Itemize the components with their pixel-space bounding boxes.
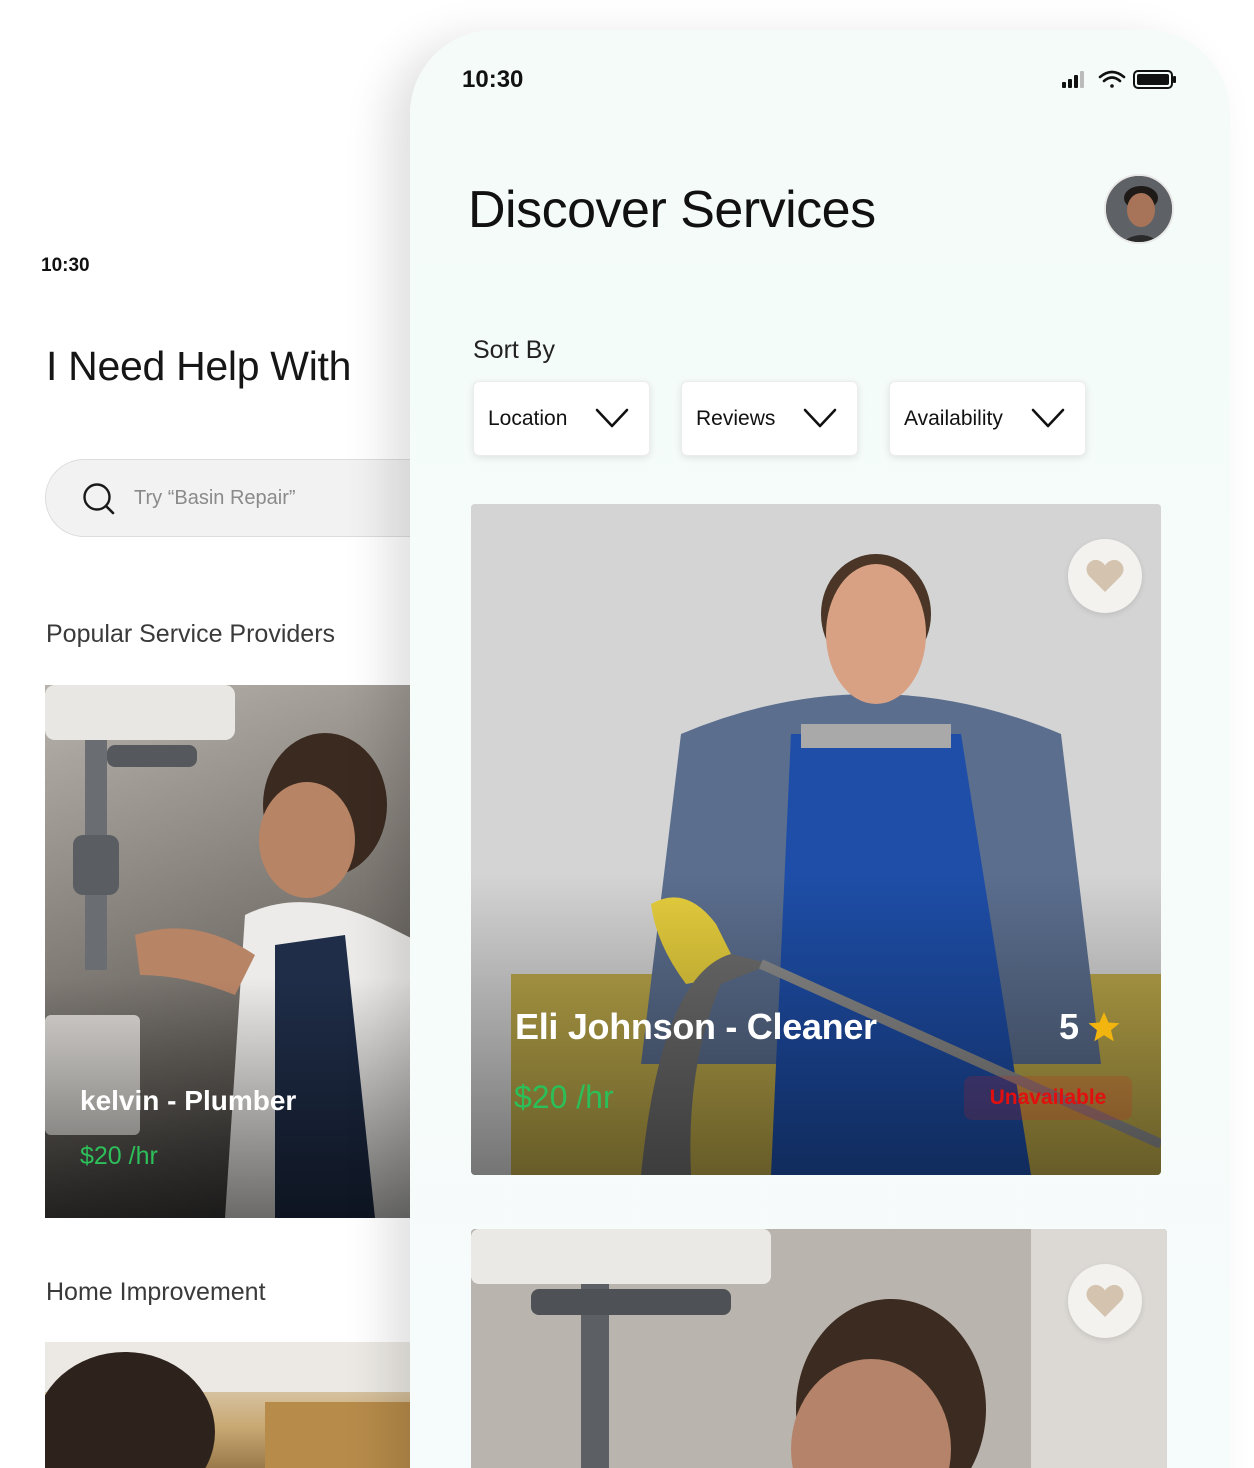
provider-card-plumber-2[interactable] [471,1229,1167,1468]
page-title: I Need Help With [46,343,352,389]
favorite-button[interactable] [1068,1264,1142,1338]
filter-label: Reviews [696,406,776,430]
provider-photo [45,1342,425,1468]
status-time: 10:30 [462,66,524,93]
image-shade [471,504,1161,1175]
filter-reviews-dropdown[interactable]: Reviews [681,381,858,456]
star-icon [1088,1012,1120,1042]
status-icons [1062,70,1176,89]
status-badge: Unavailable [964,1076,1132,1120]
provider-name: Eli Johnson - Cleaner [515,1006,877,1047]
chevron-down-icon [595,408,629,428]
heart-icon [1086,559,1124,592]
image-shade [45,685,425,1218]
provider-card-cleaner[interactable]: Eli Johnson - Cleaner 5 $20 /hr Unavaila… [471,504,1161,1175]
phone-screen: 10:30 Discover Services Sort By Location… [410,30,1230,1468]
avatar-photo [1106,176,1172,242]
status-time: 10:30 [41,255,90,276]
provider-card-plumber[interactable]: kelvin - Plumber $20 /hr [45,685,425,1218]
filter-availability-dropdown[interactable]: Availability [889,381,1086,456]
sort-by-label: Sort By [473,336,555,364]
back-screen: 10:30 I Need Help With Try “Basin Repair… [0,0,465,1468]
filter-label: Availability [904,406,1003,430]
rating: 5 [1059,1006,1121,1048]
avatar[interactable] [1104,174,1174,244]
chevron-down-icon [1031,408,1065,428]
section-heading-home-improvement: Home Improvement [46,1278,266,1306]
provider-price: $20 /hr [80,1142,158,1170]
search-icon [83,483,115,515]
filter-location-dropdown[interactable]: Location [473,381,650,456]
chevron-down-icon [803,408,837,428]
rating-value: 5 [1059,1006,1080,1047]
page-title: Discover Services [468,181,876,239]
section-heading-popular: Popular Service Providers [46,620,336,648]
provider-card-home-improvement[interactable] [45,1342,425,1468]
search-placeholder: Try “Basin Repair” [134,487,296,509]
provider-price: $20 /hr [514,1079,614,1115]
search-input[interactable]: Try “Basin Repair” [45,459,465,537]
provider-name: kelvin - Plumber [80,1085,297,1116]
provider-photo [471,1229,1167,1468]
favorite-button[interactable] [1068,539,1142,613]
wifi-icon [1098,70,1126,88]
signal-icon [1062,71,1084,88]
heart-icon [1086,1284,1124,1317]
filter-label: Location [488,406,568,430]
battery-icon [1133,70,1176,89]
